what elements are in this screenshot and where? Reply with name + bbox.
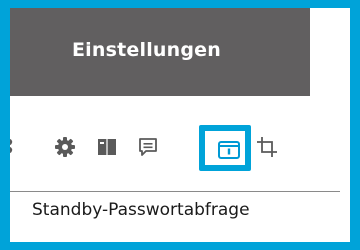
partial-tool-button[interactable] — [10, 132, 32, 162]
library-tool-button[interactable] — [92, 132, 122, 162]
tooltip: Standby-Passwortabfrage — [10, 191, 340, 233]
comment-icon — [137, 136, 159, 158]
partial-icon — [10, 136, 28, 158]
header-bar: Einstellungen — [10, 8, 350, 96]
crop-tool-button[interactable] — [252, 132, 282, 162]
header-right-pane — [310, 8, 350, 96]
page-title: Einstellungen — [72, 39, 221, 61]
standby-password-tool-button[interactable] — [214, 135, 244, 165]
settings-tool-button[interactable] — [50, 132, 80, 162]
standby-lock-icon — [217, 138, 241, 162]
book-icon — [96, 136, 118, 158]
gear-icon — [54, 136, 76, 158]
toolbar — [10, 96, 350, 206]
comment-tool-button[interactable] — [133, 132, 163, 162]
crop-icon — [256, 136, 278, 158]
tooltip-text: Standby-Passwortabfrage — [32, 200, 250, 220]
